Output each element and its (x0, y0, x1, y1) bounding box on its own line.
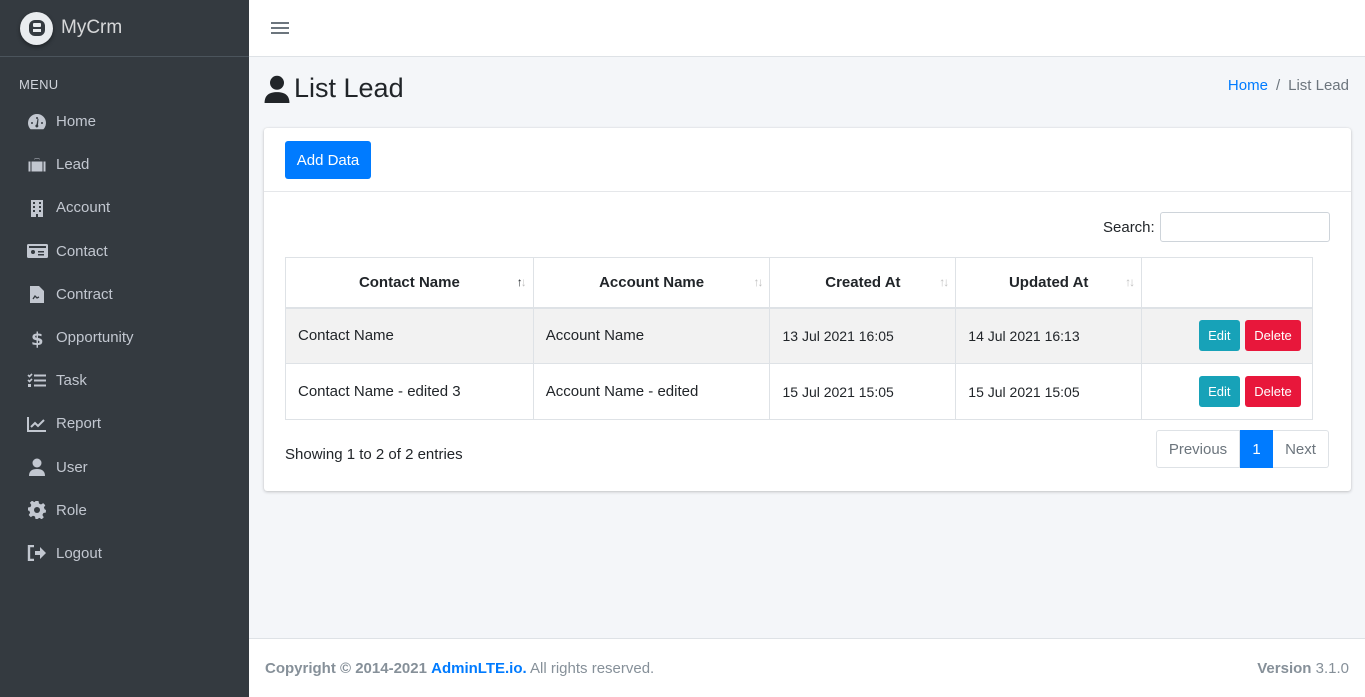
sidebar-item-label: Account (56, 199, 111, 217)
sidebar-item-label: Task (56, 372, 87, 390)
tasks-icon (26, 371, 48, 391)
sign-out-icon (26, 543, 48, 563)
sidebar-item-opportunity[interactable]: $ Opportunity (0, 316, 249, 359)
cell-updated-at: 14 Jul 2021 16:13 (955, 307, 1143, 364)
sidebar-item-lead[interactable]: Lead (0, 143, 249, 186)
sidebar-nav: Home Lead Account Contact Contract $ Opp… (0, 100, 249, 575)
sidebar-item-report[interactable]: Report (0, 402, 249, 445)
sidebar-item-home[interactable]: Home (0, 100, 249, 143)
table-header-row: Contact Name ↑↓ Account Name ↑↓ Created … (285, 257, 1313, 309)
table-row: Contact Name Account Name 13 Jul 2021 16… (285, 307, 1313, 364)
version-number: 3.1.0 (1315, 660, 1349, 677)
content-header: List Lead Home / List Lead (249, 57, 1365, 127)
breadcrumb-current: List Lead (1288, 77, 1349, 94)
edit-button[interactable]: Edit (1198, 320, 1240, 352)
sidebar-item-user[interactable]: User (0, 446, 249, 489)
id-card-icon (26, 241, 48, 261)
menu-toggle-icon[interactable] (271, 19, 289, 37)
sidebar-item-account[interactable]: Account (0, 186, 249, 229)
sidebar-item-label: Report (56, 415, 102, 433)
brand[interactable]: MyCrm (0, 0, 249, 57)
top-navbar (249, 0, 1365, 57)
add-data-button[interactable]: Add Data (285, 141, 371, 179)
edit-button[interactable]: Edit (1198, 376, 1240, 407)
delete-button[interactable]: Delete (1245, 320, 1301, 352)
building-icon (26, 198, 48, 218)
sidebar-item-contract[interactable]: Contract (0, 273, 249, 316)
breadcrumb: Home / List Lead (1228, 77, 1349, 94)
column-header-account-name[interactable]: Account Name ↑↓ (532, 257, 771, 309)
delete-button[interactable]: Delete (1245, 376, 1301, 407)
sidebar-item-label: Role (56, 501, 87, 519)
card-header: Add Data (264, 128, 1351, 192)
cell-account-name: Account Name - edited (532, 363, 771, 420)
column-label: Created At (825, 273, 901, 291)
sort-asc-icon: ↑↓ (516, 275, 527, 289)
page-title: List Lead (264, 73, 404, 104)
lead-list-card: Add Data Search: Contact Name ↑↓ Account… (264, 128, 1351, 491)
chart-line-icon (26, 414, 48, 434)
search-label: Search: (1103, 219, 1155, 236)
column-label: Updated At (1008, 273, 1089, 291)
footer-version: Version 3.1.0 (1257, 660, 1349, 677)
sidebar-item-logout[interactable]: Logout (0, 532, 249, 575)
cell-updated-at: 15 Jul 2021 15:05 (955, 363, 1143, 420)
lead-table: Contact Name ↑↓ Account Name ↑↓ Created … (285, 257, 1313, 420)
menu-header: MENU (19, 77, 59, 92)
sidebar-item-label: User (56, 458, 88, 476)
footer: Copyright © 2014-2021 AdminLTE.io. All r… (249, 638, 1365, 697)
previous-page-button[interactable]: Previous (1156, 430, 1240, 468)
sidebar: MyCrm MENU Home Lead Account Contact Con… (0, 0, 249, 697)
rights-text: All rights reserved. (530, 660, 655, 677)
sort-icon: ↑↓ (939, 275, 949, 289)
cell-created-at: 15 Jul 2021 15:05 (769, 363, 957, 420)
sidebar-item-label: Logout (56, 544, 102, 562)
version-label: Version (1257, 660, 1312, 677)
breadcrumb-separator: / (1275, 77, 1281, 94)
copyright-text: Copyright © 2014-2021 (265, 660, 427, 677)
column-header-contact-name[interactable]: Contact Name ↑↓ (285, 257, 534, 309)
logo-icon (20, 11, 53, 45)
page-title-text: List Lead (294, 73, 404, 103)
cell-contact-name: Contact Name (285, 307, 534, 364)
dollar-icon: $ (26, 328, 48, 348)
breadcrumb-home-link[interactable]: Home (1228, 77, 1268, 94)
sidebar-item-role[interactable]: Role (0, 489, 249, 532)
next-page-button[interactable]: Next (1273, 430, 1329, 468)
table-info: Showing 1 to 2 of 2 entries (285, 446, 463, 463)
sidebar-item-contact[interactable]: Contact (0, 230, 249, 273)
sidebar-item-label: Home (56, 113, 97, 131)
sidebar-item-label: Contract (56, 285, 113, 303)
cell-actions: Edit Delete (1141, 307, 1313, 364)
briefcase-icon (26, 155, 48, 175)
column-header-updated-at[interactable]: Updated At ↑↓ (955, 257, 1143, 309)
sort-icon: ↑↓ (753, 275, 763, 289)
footer-copyright: Copyright © 2014-2021 AdminLTE.io. All r… (265, 660, 654, 677)
pagination: Previous 1 Next (1156, 430, 1329, 468)
user-icon (264, 75, 290, 103)
sidebar-item-label: Lead (56, 156, 90, 174)
cell-account-name: Account Name (532, 307, 771, 364)
user-icon (26, 457, 48, 477)
page-1-button[interactable]: 1 (1240, 430, 1273, 468)
cell-created-at: 13 Jul 2021 16:05 (769, 307, 957, 364)
cell-contact-name: Contact Name - edited 3 (285, 363, 534, 420)
cog-icon (26, 500, 48, 520)
sidebar-item-label: Contact (56, 242, 108, 260)
column-label: Account Name (599, 273, 705, 291)
column-header-actions (1141, 257, 1313, 309)
table-row: Contact Name - edited 3 Account Name - e… (285, 363, 1313, 420)
cell-actions: Edit Delete (1141, 363, 1313, 420)
search-input[interactable] (1160, 212, 1330, 242)
sort-icon: ↑↓ (1125, 275, 1135, 289)
column-header-created-at[interactable]: Created At ↑↓ (769, 257, 957, 309)
brand-name: MyCrm (61, 17, 123, 38)
sidebar-item-label: Opportunity (56, 329, 134, 347)
adminlte-link[interactable]: AdminLTE.io. (431, 660, 527, 677)
column-label: Contact Name (358, 273, 460, 291)
svg-text:$: $ (31, 329, 44, 348)
file-contract-icon (26, 284, 48, 304)
sidebar-item-task[interactable]: Task (0, 359, 249, 402)
dashboard-icon (26, 112, 48, 132)
